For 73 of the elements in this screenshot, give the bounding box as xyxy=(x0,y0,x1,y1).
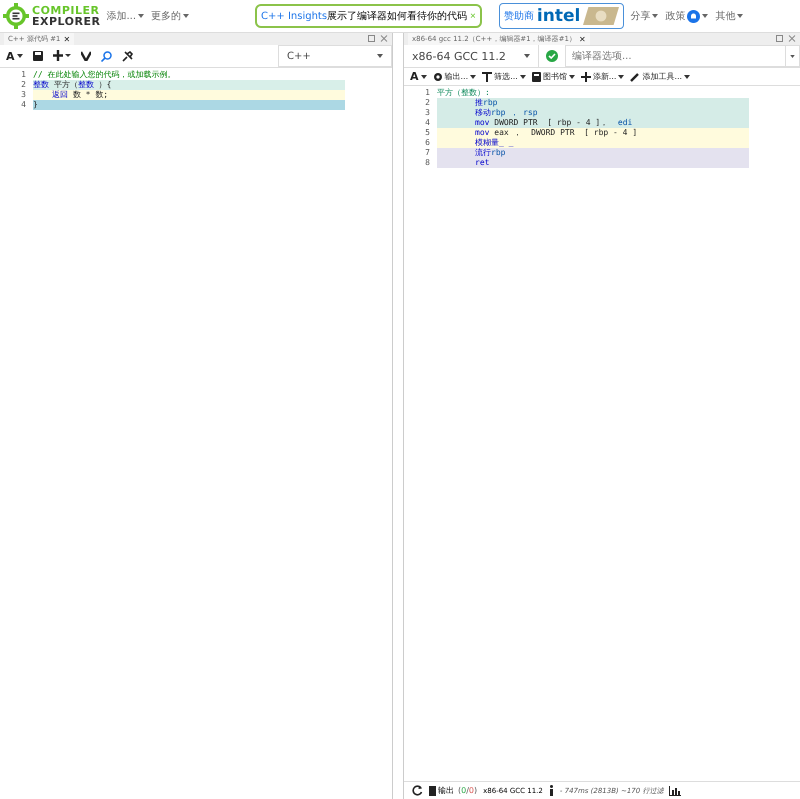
toolbar-button[interactable]: 添加工具... xyxy=(630,71,690,82)
caret-icon xyxy=(684,74,690,78)
toolbar-button[interactable]: 图书馆 xyxy=(532,71,575,82)
options-dropdown[interactable] xyxy=(786,45,800,67)
pane-controls-icon[interactable] xyxy=(776,35,796,43)
sponsor-label: 赞助商 xyxy=(504,10,534,23)
close-button[interactable]: ✕ xyxy=(63,34,70,44)
caret-icon xyxy=(420,74,427,78)
check-icon xyxy=(546,50,558,62)
filter-icon xyxy=(482,72,492,82)
document-icon xyxy=(429,786,436,796)
caret-icon xyxy=(790,54,795,58)
plus-icon xyxy=(580,72,591,82)
chart-icon[interactable] xyxy=(669,786,682,796)
line-number: 2 xyxy=(20,80,27,90)
gear-icon xyxy=(432,72,443,82)
gear-logo-icon xyxy=(3,3,29,29)
banner-text: 展示了编译器如何看待你的代码 xyxy=(327,10,468,23)
add-icon[interactable] xyxy=(52,50,71,62)
pane-controls-icon[interactable] xyxy=(368,35,388,43)
line-number: 5 xyxy=(424,128,431,138)
menu-dropdown[interactable]: 其他 xyxy=(714,9,744,23)
compiler-select[interactable]: x86-64 GCC 11.2 xyxy=(404,45,538,67)
compiler-options-field[interactable]: 编译器选项... xyxy=(565,45,786,67)
caret-icon xyxy=(568,74,575,78)
toolbar-button[interactable]: 筛选... xyxy=(482,71,526,82)
caret-icon xyxy=(183,14,190,18)
line-number: 3 xyxy=(424,108,431,118)
pin-icon[interactable] xyxy=(122,50,133,62)
caret-icon xyxy=(652,14,658,18)
line-number: 6 xyxy=(424,138,431,148)
toolbar-button[interactable]: 输出... xyxy=(432,71,476,82)
caret-icon xyxy=(618,74,624,78)
caret-icon xyxy=(520,74,526,78)
close-button[interactable]: ✕ xyxy=(578,34,586,44)
output-button[interactable]: 输出 (0/0) xyxy=(429,785,478,796)
sponsor-box[interactable]: 赞助商 intel xyxy=(498,3,624,29)
caret-icon xyxy=(470,74,476,78)
sponsor-logo-text: intel xyxy=(536,6,580,26)
font-size-button[interactable]: A xyxy=(6,50,23,62)
menu-dropdown[interactable]: 分享 xyxy=(629,9,660,23)
caret-icon xyxy=(737,14,744,18)
sponsor-badge-icon xyxy=(583,7,620,25)
bell-icon xyxy=(687,10,700,22)
menu-dropdown[interactable]: 添加... xyxy=(105,9,146,23)
wrench-icon xyxy=(630,72,640,82)
logo-text: EXPLORER xyxy=(32,16,100,27)
language-select[interactable]: C++ xyxy=(278,45,392,67)
line-number: 4 xyxy=(424,118,431,128)
line-number: 2 xyxy=(424,98,431,108)
refresh-icon[interactable] xyxy=(412,785,423,796)
line-number: 1 xyxy=(20,70,27,80)
book-icon xyxy=(532,72,541,82)
caret-icon xyxy=(377,54,383,58)
font-size-button[interactable]: A xyxy=(410,70,427,83)
line-number: 7 xyxy=(424,148,431,158)
line-number: 4 xyxy=(20,100,27,110)
logo-text: COMPILER xyxy=(32,5,100,16)
banner-link[interactable]: C++ Insights xyxy=(261,10,328,22)
line-number: 8 xyxy=(424,158,431,168)
line-number: 3 xyxy=(20,90,27,100)
toolbar-button[interactable]: 添新... xyxy=(580,71,624,82)
menu-dropdown[interactable]: 政策 xyxy=(664,9,710,23)
save-icon[interactable] xyxy=(32,51,43,61)
caret-icon xyxy=(524,54,530,58)
caret-icon xyxy=(16,54,23,58)
search-icon[interactable] xyxy=(100,50,112,62)
vim-icon[interactable] xyxy=(80,51,91,61)
caret-icon xyxy=(702,14,708,18)
caret-icon xyxy=(138,14,144,18)
line-number: 1 xyxy=(424,88,431,98)
info-icon[interactable] xyxy=(548,785,554,796)
menu-dropdown[interactable]: 更多的 xyxy=(150,9,190,23)
